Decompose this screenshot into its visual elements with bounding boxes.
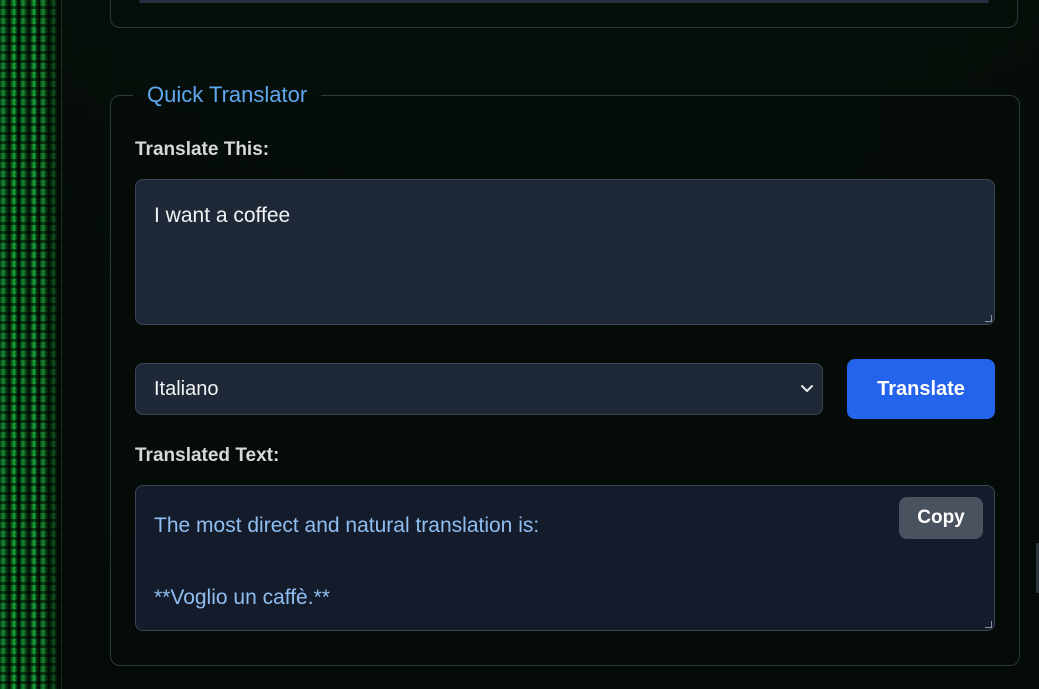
chevron-down-icon	[801, 385, 813, 392]
resize-grip-icon[interactable]	[985, 315, 992, 322]
language-select-value: Italiano	[154, 378, 219, 400]
language-select[interactable]: Italiano	[135, 363, 823, 415]
output-line: **Voglio un caffè.**	[154, 586, 330, 609]
source-textarea[interactable]: I want a coffee	[135, 179, 995, 325]
matrix-rain-background	[0, 0, 62, 689]
resize-grip-icon[interactable]	[985, 621, 992, 628]
source-text: I want a coffee	[154, 204, 291, 227]
previous-section-field-edge	[139, 0, 989, 3]
output-line: The most direct and natural translation …	[154, 514, 540, 537]
section-title: Quick Translator	[147, 82, 308, 107]
source-label: Translate This:	[135, 139, 270, 160]
page: Quick Translator Translate This: I want …	[0, 0, 1039, 689]
output-label: Translated Text:	[135, 445, 280, 466]
copy-button[interactable]: Copy	[899, 497, 983, 539]
translate-button[interactable]: Translate	[847, 359, 995, 419]
previous-section	[110, 0, 1018, 28]
output-textarea[interactable]: The most direct and natural translation …	[135, 485, 995, 631]
